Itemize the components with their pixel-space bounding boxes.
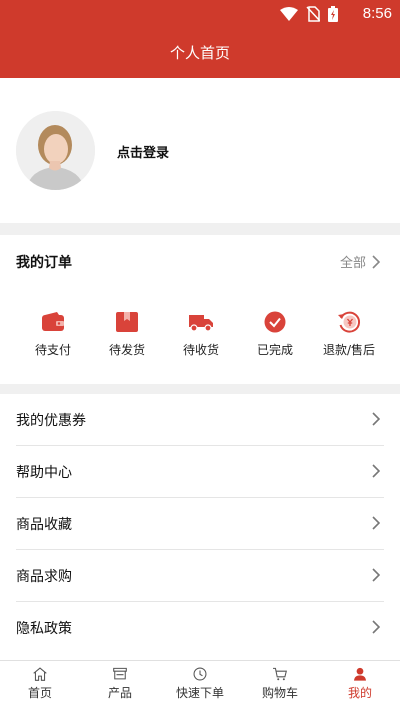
profile-card: 点击登录 <box>0 78 400 223</box>
chevron-right-icon <box>372 516 380 530</box>
user-icon <box>354 667 366 681</box>
tab-label: 首页 <box>27 686 52 700</box>
order-status-label: 待支付 <box>34 343 71 357</box>
order-status-pending-receipt[interactable]: 待收货 <box>164 309 238 358</box>
menu-item-label: 隐私政策 <box>16 620 72 637</box>
tab-label: 快速下单 <box>175 686 224 700</box>
settings-menu: 我的优惠券 帮助中心 商品收藏 商品求购 隐私政策 <box>0 394 400 660</box>
chevron-right-icon <box>372 464 380 478</box>
menu-item-label: 帮助中心 <box>16 464 72 481</box>
orders-section: 我的订单 全部 待支付 待发货 待收货 已完成 退款/售后 <box>0 235 400 384</box>
battery-charging-icon <box>328 6 338 22</box>
wallet-icon <box>39 309 67 335</box>
check-icon <box>261 309 289 335</box>
order-status-completed[interactable]: 已完成 <box>238 309 312 358</box>
wifi-icon <box>280 7 298 21</box>
status-icons <box>280 6 338 22</box>
tab-quick-order[interactable]: 快速下单 <box>160 661 240 701</box>
order-status-pending-payment[interactable]: 待支付 <box>16 309 90 358</box>
orders-view-all[interactable]: 全部 <box>340 252 380 271</box>
tab-home[interactable]: 首页 <box>0 661 80 701</box>
app-header: 8:56 个人首页 <box>0 0 400 78</box>
order-status-list: 待支付 待发货 待收货 已完成 退款/售后 <box>0 309 400 358</box>
page-title: 个人首页 <box>169 44 230 62</box>
menu-item-label: 商品收藏 <box>16 516 72 533</box>
chevron-right-icon <box>372 620 380 634</box>
menu-item-product-request[interactable]: 商品求购 <box>16 550 384 602</box>
chevron-right-icon <box>372 412 380 426</box>
truck-icon <box>187 309 215 335</box>
order-status-label: 待发货 <box>108 343 145 357</box>
tab-label: 我的 <box>347 686 372 700</box>
tab-products[interactable]: 产品 <box>80 661 160 701</box>
orders-all-label: 全部 <box>339 256 366 271</box>
status-bar: 8:56 <box>0 0 400 28</box>
tab-cart[interactable]: 购物车 <box>240 661 320 701</box>
tab-mine[interactable]: 我的 <box>320 661 400 701</box>
status-time: 8:56 <box>362 5 392 22</box>
clock-icon <box>193 667 207 681</box>
menu-item-favorites[interactable]: 商品收藏 <box>16 498 384 550</box>
order-status-label: 退款/售后 <box>322 343 376 357</box>
order-status-label: 已完成 <box>256 343 293 357</box>
avatar[interactable] <box>16 111 95 190</box>
cart-icon <box>273 667 287 681</box>
home-icon <box>33 667 47 681</box>
orders-title: 我的订单 <box>16 255 72 271</box>
order-status-refund[interactable]: 退款/售后 <box>312 309 386 358</box>
box-icon <box>113 309 141 335</box>
chevron-right-icon <box>372 254 380 269</box>
order-status-pending-shipment[interactable]: 待发货 <box>90 309 164 358</box>
tab-label: 产品 <box>107 686 132 700</box>
menu-item-label: 我的优惠券 <box>16 412 86 429</box>
order-status-label: 待收货 <box>182 343 219 357</box>
store-icon <box>113 667 127 680</box>
menu-item-help-center[interactable]: 帮助中心 <box>16 446 384 498</box>
login-link[interactable]: 点击登录 <box>117 142 169 161</box>
menu-item-coupons[interactable]: 我的优惠券 <box>16 394 384 446</box>
bottom-tab-bar: 首页 产品 快速下单 购物车 我的 <box>0 660 400 701</box>
menu-item-label: 商品求购 <box>16 568 72 585</box>
avatar-portrait-icon <box>16 111 95 190</box>
refund-icon <box>335 309 363 335</box>
tab-label: 购物车 <box>261 686 298 700</box>
chevron-right-icon <box>372 568 380 582</box>
menu-item-privacy-policy[interactable]: 隐私政策 <box>16 602 384 653</box>
no-sim-icon <box>306 6 320 22</box>
